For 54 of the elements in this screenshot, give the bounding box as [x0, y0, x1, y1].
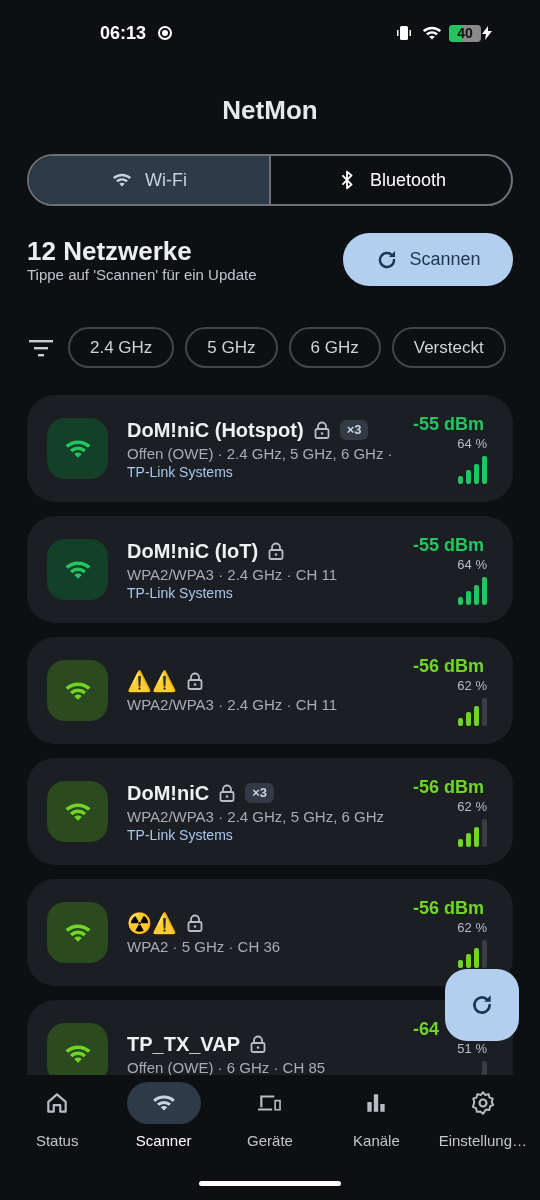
signal-percent: 64 % — [457, 435, 487, 452]
vibrate-icon — [397, 25, 411, 41]
signal-dbm: -56 dBm — [413, 655, 484, 677]
nav-tab[interactable]: Scanner — [110, 1082, 217, 1200]
signal-percent: 62 % — [457, 919, 487, 936]
signal-percent: 64 % — [457, 556, 487, 573]
vendor-name: TP-Link Systems — [127, 583, 234, 603]
signal-percent: 62 % — [457, 677, 487, 694]
network-name: ☢⚠ — [127, 911, 177, 937]
network-details: WPA2/WPA3 · 2.4 GHz, 5 GHz, 6 GHz — [127, 806, 385, 826]
hint-text: Tippe auf 'Scannen' für ein Update — [27, 265, 258, 284]
filter-chip[interactable]: 6 GHz — [288, 327, 381, 368]
app-title: NetMon — [222, 93, 318, 127]
vendor-name: TP-Link Systems — [127, 825, 234, 845]
signal-dbm: -55 dBm — [413, 534, 484, 556]
network-details: Offen (OWE) · 2.4 GHz, 5 GHz, 6 GHz · — [127, 443, 394, 463]
record-icon — [158, 26, 173, 40]
signal-dbm: -56 dBm — [413, 897, 484, 919]
refresh-button[interactable] — [445, 969, 519, 1041]
filter-chip[interactable]: 2.4 GHz — [68, 327, 175, 368]
filter-icon[interactable] — [27, 337, 55, 358]
nav-tab[interactable]: Einstellung… — [429, 1082, 537, 1200]
nav-tab[interactable]: Status — [4, 1082, 111, 1200]
network-details: WPA2/WPA3 · 2.4 GHz · CH 11 — [127, 564, 339, 584]
network-name: DoM!niC — [127, 780, 210, 806]
vendor-name: TP-Link Systems — [127, 462, 234, 482]
count-badge: ×3 — [339, 419, 369, 440]
network-name: TP_TX_VAP — [127, 1032, 240, 1057]
network-details: WPA2 · 5 GHz · CH 36 — [127, 937, 282, 956]
network-name: ⚠⚠ — [127, 669, 177, 695]
status-time: 06:13 — [100, 21, 147, 45]
signal-percent: 62 % — [457, 798, 487, 815]
nav-tab[interactable]: Kanäle — [323, 1082, 430, 1200]
network-card[interactable]: DoM!niC (Hotspot) ×3 Offen (OWE) · 2.4 GHz, 5 GHz, 6 GHz · TP-Link Systems -55 dBm 64 % — [27, 395, 513, 502]
mode-tab[interactable]: Wi-Fi — [29, 156, 269, 204]
network-card[interactable]: ☢⚠ WPA2 · 5 GHz · CH 36 -56 dBm 62 % — [27, 879, 513, 986]
signal-dbm: -56 dBm — [413, 776, 484, 798]
settings-icon — [469, 1090, 496, 1116]
network-name: DoM!niC (IoT) — [127, 538, 259, 564]
signal-dbm: -64 — [413, 1018, 439, 1040]
signal-percent: 51 % — [457, 1040, 487, 1057]
filter-chip[interactable]: Versteckt — [391, 327, 506, 368]
filter-chip[interactable]: 5 GHz — [185, 327, 278, 368]
network-name: DoM!niC (Hotspot) — [127, 417, 304, 443]
mode-tab[interactable]: Bluetooth — [269, 156, 511, 204]
scan-button[interactable]: Scannen — [343, 233, 513, 286]
network-details: WPA2/WPA3 · 2.4 GHz · CH 11 — [127, 695, 339, 714]
signal-dbm: -55 dBm — [413, 413, 484, 435]
network-card[interactable]: DoM!niC (IoT) WPA2/WPA3 · 2.4 GHz · CH 11 TP-Link Systems -55 dBm 64 % — [27, 516, 513, 623]
count-badge: ×3 — [245, 782, 275, 803]
network-count: 12 Netzwerke — [27, 235, 193, 266]
network-card[interactable]: DoM!niC ×3 WPA2/WPA3 · 2.4 GHz, 5 GHz, 6 GHz TP-Link Systems -56 dBm 62 % — [27, 758, 513, 865]
network-card[interactable]: ⚠⚠ WPA2/WPA3 · 2.4 GHz · CH 11 -56 dBm 62 % — [27, 637, 513, 744]
nav-tab[interactable]: Geräte — [216, 1082, 324, 1200]
